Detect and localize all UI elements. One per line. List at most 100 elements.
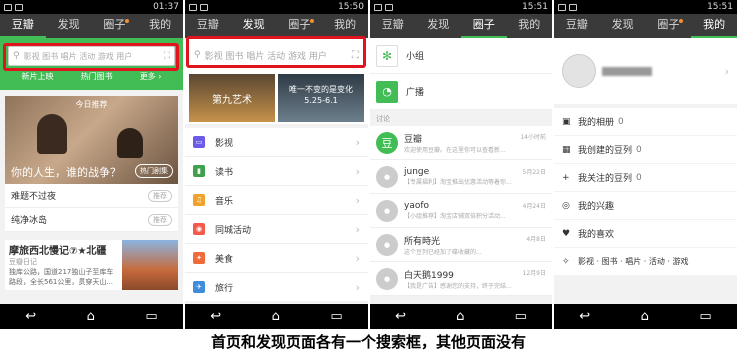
tab-bar: 豆瓣 发现 圈子 我的	[554, 14, 737, 38]
tab-douban[interactable]: 豆瓣	[370, 14, 416, 38]
interest-icon: ◎	[562, 200, 570, 211]
home-icon[interactable]: ⌂	[87, 309, 95, 324]
list-item[interactable]: 纯净冰岛 推荐	[5, 208, 178, 232]
tab-mine[interactable]: 我的	[322, 14, 368, 38]
tab-discover[interactable]: 发现	[230, 14, 277, 38]
recents-icon[interactable]: ▭	[330, 309, 342, 324]
list-item-badge: 推荐	[148, 189, 172, 202]
list-item[interactable]: 难题不过夜 推荐	[5, 184, 178, 208]
tab-bar: 豆瓣 发现 圈子 我的	[0, 14, 183, 38]
menu-categories[interactable]: ✧ 影视 · 图书 · 唱片 · 活动 · 游戏	[554, 248, 737, 275]
recents-icon[interactable]: ▭	[145, 309, 157, 324]
menu-interests[interactable]: ◎ 我的兴趣	[554, 192, 737, 219]
tab-circle[interactable]: 圈子	[461, 14, 507, 38]
diary-source: 豆瓣日记	[9, 258, 37, 266]
home-icon[interactable]: ⌂	[456, 309, 464, 324]
category-item[interactable]: ▮ 读书 ›	[185, 157, 368, 186]
category-item[interactable]: ▭ 影视 ›	[185, 128, 368, 157]
recommend-tag-button[interactable]: 热门剧集	[135, 164, 173, 178]
tab-discover[interactable]: 发现	[600, 14, 646, 38]
status-bar: 15:50	[185, 0, 368, 14]
category-item[interactable]: ◉ 同城活动 ›	[185, 215, 368, 244]
search-bar[interactable]: ⚲ 影视 图书 唱片 活动 游戏 用户 ⛶	[190, 44, 363, 66]
menu-created-lists[interactable]: ▦ 我创建的豆列 0	[554, 136, 737, 163]
category-list: ▭ 影视 › ▮ 读书 › ♫ 音乐 › ◉ 同城活动 › ✦ 美食 › ✈ 旅行 ›	[185, 128, 368, 302]
diary-body: 独库公路，国道217独山子至库车路段，全长561公里，贯穿天山...	[9, 268, 114, 285]
search-bar[interactable]: ⚲ 影视 图书 唱片 活动 游戏 用户 ⛶	[8, 46, 175, 66]
recommend-card[interactable]: 今日推荐 你的人生，谁的战争？ 热门剧集	[5, 96, 178, 184]
tab-mine[interactable]: 我的	[691, 14, 737, 38]
banner-ninth-art[interactable]: 第九艺术	[189, 74, 275, 122]
search-icon: ⚲	[13, 51, 20, 61]
menu-likes[interactable]: ♥ 我的喜欢	[554, 220, 737, 247]
screen-mine: 15:51 豆瓣 发现 圈子 我的 › ▣ 我的相册 0 ▦ 我创建的豆列 0 + 我关注…	[554, 0, 737, 329]
profile-header[interactable]: ›	[554, 38, 737, 104]
chevron-right-icon: ›	[355, 251, 360, 265]
avatar: ●	[376, 199, 398, 222]
back-icon[interactable]: ↩	[395, 309, 406, 324]
scan-icon[interactable]: ⛶	[352, 50, 359, 61]
avatar: ●	[376, 267, 398, 290]
message-item[interactable]: 豆豆瓣 14小时前 欢迎使用豆瓣。在这里你可以查看新...	[370, 126, 552, 160]
tab-circle[interactable]: 圈子	[646, 14, 692, 38]
status-time: 15:51	[522, 2, 548, 12]
category-item[interactable]: ✈ 旅行 ›	[185, 273, 368, 302]
music-icon: ♫	[193, 194, 205, 206]
broadcast-item[interactable]: ◔ 广播	[370, 74, 552, 110]
menu-albums[interactable]: ▣ 我的相册 0	[554, 108, 737, 135]
banner-row: 第九艺术 唯一不变的是变化 5.25-6.1	[185, 72, 368, 124]
quick-hot-books[interactable]: 热门图书	[81, 71, 113, 82]
message-date: 4月24日	[522, 203, 546, 210]
tab-circle[interactable]: 圈子	[92, 14, 138, 38]
home-icon[interactable]: ⌂	[272, 309, 280, 324]
tab-bar: 豆瓣 发现 圈子 我的	[185, 14, 368, 38]
system-nav-bar: ↩ ⌂ ▭	[554, 304, 737, 329]
search-input[interactable]: 影视 图书 唱片 活动 游戏 用户	[201, 49, 352, 62]
tab-mine[interactable]: 我的	[507, 14, 553, 38]
diary-card[interactable]: 摩旅西北慢记⑦★北疆 豆瓣日记 独库公路，国道217独山子至库车路段，全长561…	[5, 240, 178, 290]
status-time: 01:37	[153, 2, 179, 12]
screen-home: 01:37 豆瓣 发现 圈子 我的 ⚲ 影视 图书 唱片 活动 游戏 用户 ⛶ …	[0, 0, 183, 329]
recents-icon[interactable]: ▭	[699, 309, 711, 324]
tab-circle[interactable]: 圈子	[277, 14, 323, 38]
quick-new-movies[interactable]: 新片上映	[22, 71, 54, 82]
recents-icon[interactable]: ▭	[515, 309, 527, 324]
category-label: 音乐	[215, 196, 234, 207]
douban-avatar: 豆	[376, 131, 398, 154]
tab-circle-label: 圈子	[657, 18, 680, 31]
category-item[interactable]: ✦ 美食 ›	[185, 244, 368, 273]
category-label: 影视	[215, 138, 234, 149]
message-item[interactable]: ● yaofo 4月24日 【小组推荐】淘宝店铺双倍积分活动...	[370, 194, 552, 228]
caption: 首页和发现页面各有一个搜索框，其他页面没有	[0, 329, 737, 356]
group-label: 小组	[406, 52, 425, 62]
banner-change[interactable]: 唯一不变的是变化 5.25-6.1	[278, 74, 364, 122]
scan-icon[interactable]: ⛶	[164, 51, 170, 61]
category-item[interactable]: ♫ 音乐 ›	[185, 186, 368, 215]
search-input[interactable]: 影视 图书 唱片 活动 游戏 用户	[20, 51, 164, 62]
tab-discover[interactable]: 发现	[416, 14, 462, 38]
discover-search-area: ⚲ 影视 图书 唱片 活动 游戏 用户 ⛶	[185, 38, 368, 72]
message-item[interactable]: ● 所有時光 4月8日 这个豆列已经加了碟收藏的...	[370, 228, 552, 262]
tab-discover[interactable]: 发现	[46, 14, 92, 38]
section-header: 讨论	[376, 115, 390, 123]
status-time: 15:51	[707, 2, 733, 12]
avatar: ●	[376, 165, 398, 188]
system-nav-bar: ↩ ⌂ ▭	[370, 304, 552, 329]
back-icon[interactable]: ↩	[579, 309, 590, 324]
tab-douban[interactable]: 豆瓣	[0, 14, 46, 38]
tab-douban[interactable]: 豆瓣	[554, 14, 600, 38]
tab-douban[interactable]: 豆瓣	[185, 14, 231, 38]
message-item[interactable]: ● 白天鹅1999 12月9日 【我是广告】感谢您的支持，终于完结...	[370, 262, 552, 296]
notification-dot	[125, 19, 130, 23]
list-item-badge: 推荐	[148, 213, 172, 226]
group-item[interactable]: ✻ 小组	[370, 38, 552, 74]
back-icon[interactable]: ↩	[210, 309, 221, 324]
message-item[interactable]: ● junge 5月22日 【专属福利】淘宝推出优惠活动等着你...	[370, 160, 552, 194]
message-date: 14小时前	[520, 133, 546, 141]
home-icon[interactable]: ⌂	[641, 309, 649, 324]
book-icon: ▮	[193, 165, 205, 177]
tab-mine[interactable]: 我的	[137, 14, 183, 38]
menu-followed-lists[interactable]: + 我关注的豆列 0	[554, 164, 737, 191]
back-icon[interactable]: ↩	[25, 309, 36, 324]
quick-more[interactable]: 更多 ›	[140, 71, 162, 82]
